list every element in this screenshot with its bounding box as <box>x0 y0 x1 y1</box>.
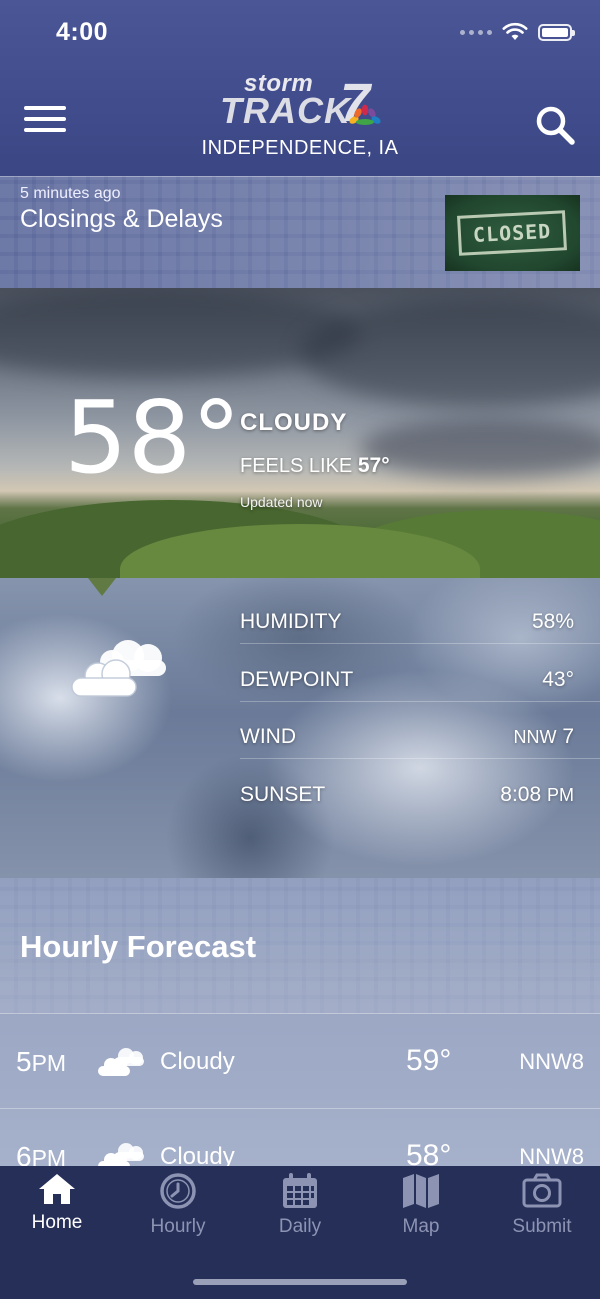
closings-delays-banner[interactable]: 5 minutes ago Closings & Delays CLOSED <box>0 176 600 288</box>
location-label[interactable]: INDEPENDENCE, IA <box>0 137 600 160</box>
sunset-ampm: PM <box>547 785 574 805</box>
weather-details-panel: HUMIDITY 58% DEWPOINT 43° WIND NNW 7 SUN… <box>0 578 600 878</box>
wind-label: WIND <box>240 725 296 748</box>
wind-value: NNW 7 <box>513 725 574 749</box>
current-conditions-panel: 58° CLOUDY FEELS LIKE 57° Updated now <box>0 288 600 578</box>
tab-home[interactable]: Home <box>0 1172 117 1242</box>
hour-wind: NNW8 <box>519 1144 584 1168</box>
weather-app: 4:00 storm TRACK 7 INDEPENDENCE, IA 5 mi… <box>0 0 600 1299</box>
tab-map[interactable]: Map <box>361 1172 481 1242</box>
detail-row-dewpoint: DEWPOINT 43° <box>240 644 600 702</box>
tab-label: Hourly <box>150 1216 206 1237</box>
tab-label: Submit <box>512 1216 572 1237</box>
hamburger-menu-icon[interactable] <box>24 106 66 138</box>
hour-temperature: 59° <box>406 1044 452 1077</box>
tab-label: Daily <box>278 1216 322 1237</box>
hourly-forecast-header[interactable]: Hourly Forecast <box>0 878 600 1014</box>
hourly-row[interactable]: 5PM Cloudy 59° NNW8 <box>0 1014 600 1109</box>
hour-condition: Cloudy <box>160 1143 235 1168</box>
closings-time-ago: 5 minutes ago <box>20 185 121 202</box>
home-icon <box>39 1174 75 1204</box>
sunset-value: 8:08 PM <box>500 783 574 807</box>
hour-temperature: 58° <box>406 1139 452 1168</box>
status-icons <box>460 20 575 44</box>
camera-icon <box>522 1173 562 1208</box>
hourly-row[interactable]: 6PM Cloudy 58° NNW8 <box>0 1109 600 1168</box>
status-bar: 4:00 <box>0 0 600 62</box>
dewpoint-value: 43° <box>542 668 574 691</box>
detail-row-sunset: SUNSET 8:08 PM <box>240 759 600 817</box>
dewpoint-label: DEWPOINT <box>240 668 354 691</box>
humidity-value: 58% <box>531 610 574 633</box>
home-indicator[interactable] <box>193 1279 407 1285</box>
detail-row-humidity: HUMIDITY 58% <box>240 586 600 644</box>
app-header: 4:00 storm TRACK 7 INDEPENDENCE, IA <box>0 0 600 176</box>
search-icon[interactable] <box>534 104 576 146</box>
sunset-time: 8:08 <box>500 783 542 806</box>
calendar-icon <box>283 1173 317 1208</box>
stormtrack7-logo: storm TRACK 7 <box>218 70 388 133</box>
battery-icon <box>538 23 575 41</box>
cloudy-icon <box>98 1048 144 1076</box>
storm-cloud-shape <box>360 418 600 478</box>
hour-condition: Cloudy <box>160 1048 235 1075</box>
storm-cloud-shape <box>300 298 600 408</box>
map-icon <box>403 1174 439 1208</box>
tab-label: Home <box>31 1212 83 1233</box>
tab-submit[interactable]: Submit <box>482 1172 600 1242</box>
cloudy-icon <box>98 1143 144 1168</box>
wifi-icon <box>502 22 528 40</box>
status-time: 4:00 <box>56 18 109 46</box>
cellular-signal-icon <box>460 29 492 35</box>
nbc-peacock-icon <box>349 104 381 125</box>
hourly-forecast-title: Hourly Forecast <box>20 929 257 964</box>
logo-track-text: TRACK <box>220 90 351 131</box>
feels-like-label: FEELS LIKE <box>240 455 353 477</box>
detail-row-wind: WIND NNW 7 <box>240 701 600 759</box>
closed-sign-thumbnail[interactable]: CLOSED <box>445 195 580 271</box>
tab-label: Map <box>402 1216 440 1237</box>
wind-direction: NNW <box>513 727 557 747</box>
current-temperature: 58° <box>64 379 242 496</box>
current-condition: CLOUDY <box>240 409 348 436</box>
hour-time: 5PM <box>16 1046 67 1077</box>
humidity-label: HUMIDITY <box>240 610 342 633</box>
tab-hourly[interactable]: Hourly <box>118 1172 238 1242</box>
panel-notch <box>88 578 116 596</box>
wind-speed: 7 <box>562 725 574 748</box>
hourly-forecast-section: Hourly Forecast 5PM Cloudy 59° NNW8 6PM … <box>0 878 600 1168</box>
updated-time: Updated now <box>240 494 323 510</box>
tab-daily[interactable]: Daily <box>240 1172 360 1242</box>
closed-sign-text: CLOSED <box>457 210 568 256</box>
feels-like-value: 57° <box>357 454 390 477</box>
feels-like: FEELS LIKE 57° <box>240 454 390 478</box>
hour-wind: NNW8 <box>519 1049 584 1074</box>
sunset-label: SUNSET <box>240 783 326 806</box>
closings-title: Closings & Delays <box>20 205 223 233</box>
clock-icon <box>160 1173 196 1209</box>
hour-time: 6PM <box>16 1141 67 1168</box>
cloudy-icon <box>71 640 166 697</box>
